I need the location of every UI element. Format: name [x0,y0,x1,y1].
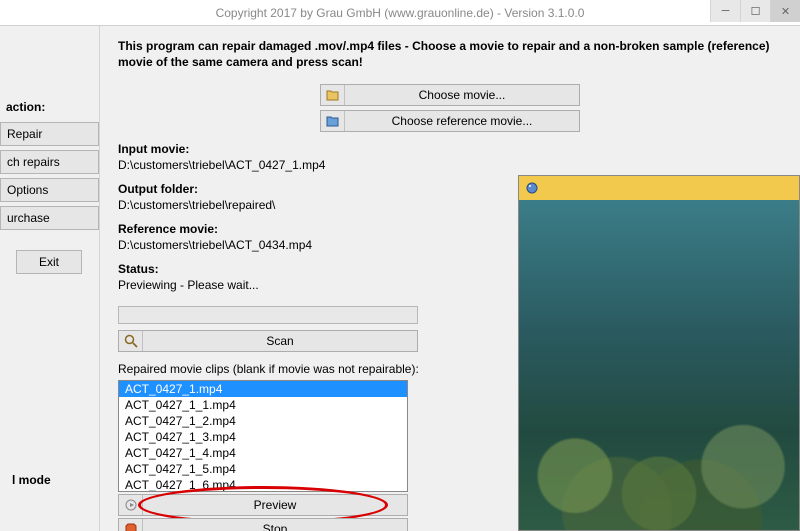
list-item[interactable]: ACT_0427_1.mp4 [119,381,407,397]
video-preview-titlebar[interactable] [519,176,799,200]
close-button[interactable]: ✕ [770,0,800,22]
coral-reef-image [519,349,799,531]
stop-label: Stop [143,522,407,531]
choose-reference-button[interactable]: Choose reference movie... [320,110,580,132]
list-item[interactable]: ACT_0427_1_3.mp4 [119,429,407,445]
sidebar-item-batch-repairs[interactable]: ch repairs [0,150,99,174]
sidebar-item-options[interactable]: Options [0,178,99,202]
scan-button[interactable]: Scan [118,330,418,352]
choose-movie-button[interactable]: Choose movie... [320,84,580,106]
intro-text: This program can repair damaged .mov/.mp… [118,38,782,70]
input-movie-header: Input movie: [118,142,782,156]
app-icon [525,181,543,195]
scan-label: Scan [143,334,417,348]
title-bar: Copyright 2017 by Grau GmbH (www.grauonl… [0,0,800,26]
folder-icon [321,111,345,131]
list-item[interactable]: ACT_0427_1_2.mp4 [119,413,407,429]
window-controls: ─ ☐ ✕ [710,0,800,22]
video-preview-window[interactable] [518,175,800,531]
input-movie-block: Input movie: D:\customers\triebel\ACT_04… [118,142,782,172]
repaired-clips-list[interactable]: ACT_0427_1.mp4ACT_0427_1_1.mp4ACT_0427_1… [118,380,408,492]
play-icon [119,495,143,515]
stop-button[interactable]: Stop [118,518,408,531]
progress-bar [118,306,418,324]
window-title: Copyright 2017 by Grau GmbH (www.grauonl… [216,6,585,20]
folder-open-icon [321,85,345,105]
list-item[interactable]: ACT_0427_1_6.mp4 [119,477,407,492]
preview-label: Preview [143,498,407,512]
input-movie-value: D:\customers\triebel\ACT_0427_1.mp4 [118,158,782,172]
minimize-button[interactable]: ─ [710,0,740,22]
choose-reference-label: Choose reference movie... [345,114,579,128]
list-item[interactable]: ACT_0427_1_4.mp4 [119,445,407,461]
choose-movie-label: Choose movie... [345,88,579,102]
sidebar-heading-action: action: [0,96,99,118]
stop-icon [119,519,143,531]
preview-button[interactable]: Preview [118,494,408,516]
maximize-button[interactable]: ☐ [740,0,770,22]
sidebar-heading-mode: l mode [6,469,57,491]
sidebar-item-repair[interactable]: Repair [0,122,99,146]
video-preview-frame [519,200,799,530]
list-item[interactable]: ACT_0427_1_1.mp4 [119,397,407,413]
list-item[interactable]: ACT_0427_1_5.mp4 [119,461,407,477]
sidebar-item-exit[interactable]: Exit [16,250,82,274]
sidebar: action: Repair ch repairs Options urchas… [0,26,100,531]
sidebar-item-purchase[interactable]: urchase [0,206,99,230]
magnifier-icon [119,331,143,351]
